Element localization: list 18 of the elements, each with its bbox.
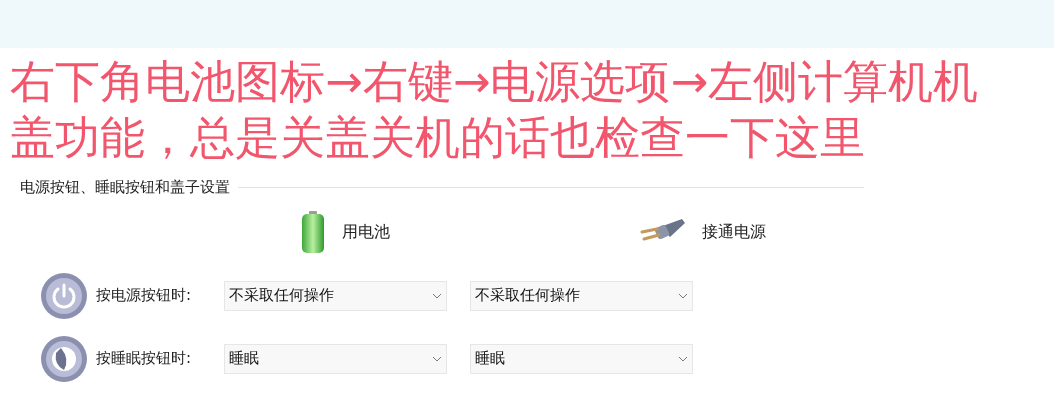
power-icon [40, 271, 88, 320]
annotation-text: 盖功能，总是关盖关机的话也检查一下这里 [10, 110, 865, 166]
caret-icon [678, 355, 688, 362]
row-label: 按睡眠按钮时: [96, 348, 193, 370]
row-label: 按电源按钮时: [96, 285, 193, 307]
caret-icon [432, 355, 442, 362]
column-header: 用电池 [342, 220, 390, 243]
dropdown[interactable]: 睡眠 [470, 343, 693, 374]
caret-icon [678, 292, 688, 299]
moon-icon [40, 334, 88, 383]
annotation-text: 右下角电池图标→右键→电源选项→左侧计算机机 [10, 54, 979, 110]
column-header: 接通电源 [702, 220, 766, 243]
battery-icon [300, 209, 326, 254]
dropdown[interactable]: 睡眠 [224, 343, 447, 374]
caret-icon [432, 292, 442, 299]
dropdown[interactable]: 不采取任何操作 [470, 280, 693, 311]
dropdown[interactable]: 不采取任何操作 [224, 280, 447, 311]
section-title: 电源按钮、睡眠按钮和盖子设置 [20, 177, 230, 198]
